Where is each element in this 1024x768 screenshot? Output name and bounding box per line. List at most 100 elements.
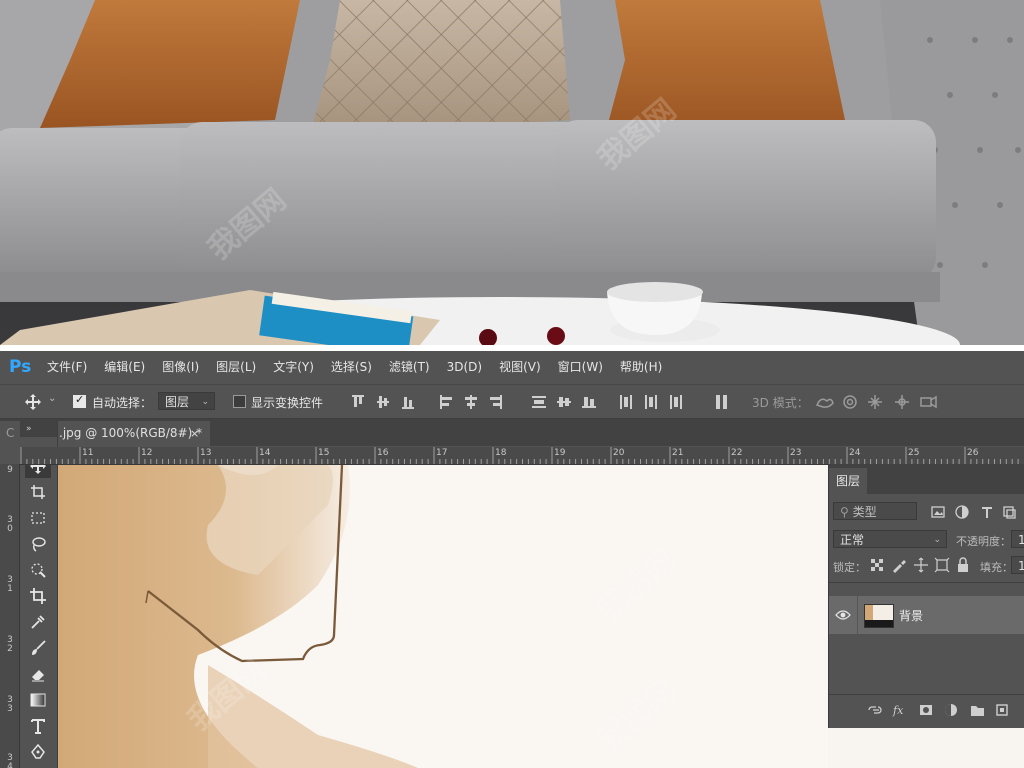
tool-eyedropper[interactable] (25, 610, 51, 634)
3d-mode-icons[interactable] (815, 393, 940, 411)
eye-icon[interactable] (835, 609, 851, 621)
fill-input[interactable]: 10 (1011, 556, 1024, 574)
photoshop-window: Ps 文件(F) 编辑(E) 图像(I) 图层(L) 文字(Y) 选择(S) 滤… (0, 351, 1024, 768)
canvas-under-panel (828, 728, 1024, 768)
tool-marquee[interactable] (25, 506, 51, 530)
tab-prefix-char: C (6, 426, 15, 440)
thumbnail-shadow (865, 620, 893, 627)
auto-select-checkbox[interactable] (73, 393, 86, 408)
ruler-label: 26 (967, 448, 979, 458)
options-bar: ⌄ 自动选择： 图层 ⌄ 显示变换控件 (0, 384, 1024, 419)
document-tab-title: .jpg @ 100%(RGB/8#) * (59, 426, 203, 440)
menu-window[interactable]: 窗口(W) (558, 358, 603, 375)
svg-text:fx: fx (892, 704, 904, 717)
show-transform-checkbox[interactable] (233, 395, 246, 408)
document-tab-bar: C .jpg @ 100%(RGB/8#) * × (0, 419, 1024, 446)
menu-bar: Ps 文件(F) 编辑(E) 图像(I) 图层(L) 文字(Y) 选择(S) 滤… (0, 351, 1024, 382)
tool-artboard[interactable] (25, 480, 51, 504)
ruler-label: 24 (849, 448, 861, 458)
show-transform-label: 显示变换控件 (251, 396, 324, 410)
ruler-label: 22 (731, 448, 743, 458)
blend-mode-dropdown[interactable]: 正常 ⌄ (833, 530, 947, 548)
menu-edit[interactable]: 编辑(E) (104, 358, 145, 375)
menu-image[interactable]: 图像(I) (162, 358, 199, 375)
toolbox: » (20, 421, 58, 768)
menu-filter[interactable]: 滤镜(T) (389, 358, 430, 375)
artboard-icon (31, 485, 45, 499)
ruler-label: 17 (436, 448, 448, 458)
menu-3d[interactable]: 3D(D) (447, 360, 482, 374)
horizontal-ruler: 11 12 13 14 15 16 17 18 19 20 21 22 23 2… (20, 447, 1024, 465)
tool-quick-select[interactable] (25, 558, 51, 582)
ruler-label: 18 (495, 448, 507, 458)
blend-mode-value: 正常 (840, 533, 865, 547)
opacity-label: 不透明度： (956, 535, 1011, 548)
layer-row-background[interactable]: 背景 (829, 596, 1024, 634)
pen-icon (31, 744, 45, 759)
tool-brush[interactable] (25, 636, 51, 660)
quick-select-icon (31, 563, 46, 578)
panel-divider (829, 582, 1024, 583)
ruler-label: 3 4 (7, 753, 13, 768)
chevron-down-icon: ⌄ (933, 535, 941, 545)
lasso-icon (32, 537, 46, 552)
tool-gradient[interactable] (25, 688, 51, 712)
auto-select-label: 自动选择： (92, 396, 153, 410)
ruler-label: 3 1 (7, 575, 13, 594)
layer-filter-icons[interactable] (931, 504, 1024, 520)
ruler-label: 9 (7, 465, 13, 475)
tool-pen[interactable] (25, 740, 51, 764)
layers-panel-footer: fx (829, 694, 1024, 725)
ruler-ticks (20, 447, 1019, 464)
menu-file[interactable]: 文件(F) (47, 358, 87, 375)
ruler-label: 11 (82, 448, 94, 458)
tool-eraser[interactable] (25, 662, 51, 686)
opacity-value: 10 (1018, 533, 1024, 547)
gradient-icon (30, 693, 46, 707)
layer-footer-icons[interactable]: fx (867, 702, 1023, 718)
menu-type[interactable]: 文字(Y) (273, 358, 314, 375)
fill-label: 填充： (980, 561, 1013, 574)
menu-select[interactable]: 选择(S) (331, 358, 372, 375)
menu-view[interactable]: 视图(V) (499, 358, 541, 375)
move-tool-icon[interactable] (25, 394, 41, 410)
layer-filter-dropdown[interactable]: ⚲ 类型 (833, 502, 917, 520)
layer-filter-value: 类型 (852, 505, 877, 519)
align-distribute-icons[interactable] (350, 393, 710, 411)
distribute-spacing-icon[interactable] (715, 393, 729, 411)
type-icon (31, 719, 45, 734)
menu-help[interactable]: 帮助(H) (620, 358, 662, 375)
ruler-label: 23 (790, 448, 802, 458)
ruler-label: 12 (141, 448, 153, 458)
layers-panel-tabbar: 图层 (829, 464, 1024, 494)
close-icon[interactable]: × (190, 421, 199, 446)
chevron-down-icon[interactable]: ⌄ (48, 393, 56, 404)
eraser-icon (32, 670, 44, 682)
mode-3d-label: 3D 模式： (752, 396, 809, 410)
crop-icon (30, 588, 46, 604)
ps-logo: Ps (9, 356, 32, 377)
ruler-label: 19 (554, 448, 566, 458)
chevron-down-icon: ⌄ (201, 397, 209, 407)
tool-type[interactable] (25, 714, 51, 738)
layer-name: 背景 (899, 609, 924, 623)
tool-crop[interactable] (25, 584, 51, 608)
toolbox-collapse-icon[interactable]: » (20, 421, 57, 437)
brush-icon (32, 640, 46, 655)
ruler-label: 14 (259, 448, 271, 458)
layer-thumbnail (864, 604, 894, 628)
opacity-input[interactable]: 10 (1011, 530, 1024, 548)
sofa-illustration (0, 0, 1024, 345)
vertical-ruler: 9 3 0 3 1 3 2 3 3 3 4 (0, 464, 20, 768)
tab-layers[interactable]: 图层 (829, 468, 867, 494)
menu-layer[interactable]: 图层(L) (216, 358, 256, 375)
auto-select-target-dropdown[interactable]: 图层 ⌄ (158, 392, 215, 410)
ruler-label: 16 (377, 448, 389, 458)
search-icon: ⚲ (840, 505, 849, 519)
lock-icons[interactable] (869, 557, 979, 573)
tool-lasso[interactable] (25, 532, 51, 556)
ruler-label: 21 (672, 448, 684, 458)
sofa-photo (0, 0, 1024, 345)
ruler-label: 3 3 (7, 695, 13, 714)
ruler-label: 3 0 (7, 515, 13, 534)
